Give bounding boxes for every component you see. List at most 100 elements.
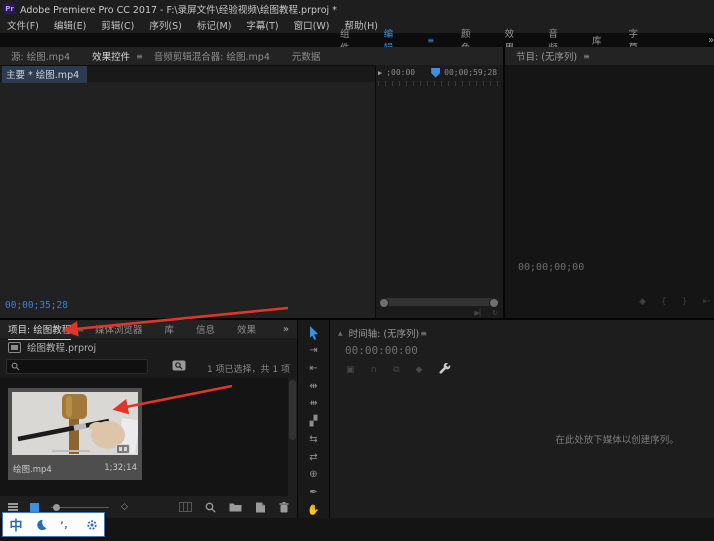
ime-toolbar[interactable]: 中 ’，	[2, 512, 105, 537]
ime-punctuation-icon[interactable]: ’，	[60, 518, 72, 531]
program-timecode[interactable]: 00;00;00;00	[518, 262, 584, 273]
selection-tool[interactable]	[298, 325, 329, 341]
mark-out-icon[interactable]: }	[682, 297, 688, 307]
tab-program-monitor[interactable]: 节目: (无序列)	[505, 49, 588, 63]
find-in-bin-icon[interactable]	[172, 360, 186, 371]
tab-media-browser[interactable]: 媒体浏览器	[84, 322, 154, 336]
tab-info[interactable]: 信息	[185, 322, 226, 336]
tab-metadata[interactable]: 元数据	[281, 49, 332, 63]
workspace-tab-libraries[interactable]: 库	[592, 33, 602, 47]
linked-selection-icon[interactable]: ⧉	[393, 365, 399, 375]
zoom-tool[interactable]: ⊕	[298, 467, 329, 483]
timeline-timecode[interactable]: 00:00:00:00	[345, 344, 418, 357]
menu-markers[interactable]: 标记(M)	[197, 18, 232, 32]
ime-chinese-mode-button[interactable]: 中	[9, 515, 22, 534]
pen-tool[interactable]: ✒	[298, 485, 329, 501]
effect-controls-panel: 源: 绘图.mp4 效果控件 ≡ 音频剪辑混合器: 绘图.mp4 元数据 主要 …	[0, 47, 503, 318]
panel-menu-icon[interactable]: ≡	[77, 325, 84, 334]
time-ruler[interactable]	[378, 81, 501, 86]
playhead-marker-icon[interactable]	[431, 68, 440, 78]
clip-name[interactable]: 绘图.mp4	[13, 463, 52, 475]
horizontal-zoom-scrollbar[interactable]	[379, 298, 499, 306]
project-bin-area[interactable]: 绘图.mp4 1;32;14	[0, 378, 288, 496]
selection-arrow-icon	[308, 326, 319, 340]
tab-effects[interactable]: 效果	[226, 322, 267, 336]
workspace-overflow-icon[interactable]: »	[708, 35, 714, 46]
ime-fullwidth-moon-icon[interactable]	[35, 519, 47, 531]
tab-libraries[interactable]: 库	[153, 322, 185, 336]
sort-icons-button[interactable]: ◇	[121, 502, 128, 512]
timeline-drop-hint: 在此处放下媒体以创建序列。	[520, 390, 714, 488]
icon-view-button[interactable]	[30, 503, 39, 512]
search-box[interactable]	[6, 359, 148, 374]
panel-overflow-icon[interactable]: »	[283, 324, 289, 335]
thumbnail-zoom-slider[interactable]	[51, 503, 109, 512]
program-panel-tabs: 节目: (无序列) ≡	[505, 47, 714, 65]
slip-tool[interactable]: ⇆	[298, 431, 329, 447]
mark-in-icon[interactable]: {	[661, 297, 667, 307]
project-search-row: 1 项已选择，共 1 项	[0, 356, 297, 378]
menu-file[interactable]: 文件(F)	[7, 18, 39, 32]
filmstrip-icon	[116, 444, 130, 454]
menu-clip[interactable]: 剪辑(C)	[101, 18, 134, 32]
clear-trash-button[interactable]	[279, 502, 289, 513]
clip-duration-label: 00;00;59;28	[444, 68, 497, 77]
menu-sequence[interactable]: 序列(S)	[149, 18, 181, 32]
source-current-timecode[interactable]: 00;00;35;28	[5, 300, 68, 311]
go-to-in-icon[interactable]: ⇤	[702, 297, 710, 307]
effect-controls-clip-row: 主要 * 绘图.mp4	[0, 65, 375, 82]
add-marker-icon[interactable]: ◆	[416, 365, 423, 375]
timeline-title[interactable]: 时间轴: (无序列)	[349, 326, 420, 340]
play-in-out-icon[interactable]: ▶▏	[474, 309, 485, 317]
effect-controls-timeline-zone: ▶ ;00:00 00;00;59;28 ▶▏ ↻	[375, 65, 503, 318]
premiere-window: Pr Adobe Premiere Pro CC 2017 - F:\录屏文件\…	[0, 0, 714, 541]
play-icon[interactable]: ▶	[378, 69, 382, 77]
title-bar: Pr Adobe Premiere Pro CC 2017 - F:\录屏文件\…	[0, 0, 714, 17]
menu-edit[interactable]: 编辑(E)	[54, 18, 86, 32]
list-view-button[interactable]	[8, 503, 18, 511]
find-button[interactable]	[205, 502, 216, 513]
panel-collapse-icon[interactable]: ▲	[338, 330, 343, 337]
clip-thumbnail-image[interactable]	[12, 392, 138, 455]
new-bin-button[interactable]	[229, 502, 242, 512]
loop-icon[interactable]: ↻	[492, 309, 498, 317]
tab-project[interactable]: 项目: 绘图教程	[0, 322, 82, 336]
tools-panel: ⇥ ⇤ ⇹ ⇻ ▞ ⇆ ⇄ ⊕ ✒ ✋	[297, 320, 330, 518]
rate-stretch-tool[interactable]: ⇻	[298, 396, 329, 412]
rolling-edit-tool[interactable]: ⇹	[298, 378, 329, 394]
project-file-icon	[8, 342, 21, 353]
ruler-start-time: ;00:00	[386, 68, 415, 77]
panel-menu-icon[interactable]: ≡	[583, 52, 590, 61]
timeline-settings-wrench-icon[interactable]	[438, 363, 451, 376]
tab-source-monitor[interactable]: 源: 绘图.mp4	[0, 49, 81, 63]
timeline-panel: ▲ 时间轴: (无序列) ≡ 00:00:00:00 ▣ ∩ ⧉ ◆ 在此处放下…	[330, 320, 714, 518]
status-bar	[0, 518, 714, 541]
track-select-forward-tool[interactable]: ⇥	[298, 343, 329, 359]
add-marker-icon[interactable]: ◆	[639, 297, 646, 307]
workspace-menu-icon[interactable]: ≡	[427, 36, 434, 45]
menu-titles[interactable]: 字幕(T)	[246, 18, 278, 32]
new-item-button[interactable]	[255, 502, 266, 513]
hand-tool[interactable]: ✋	[298, 502, 329, 518]
tab-audio-clip-mixer[interactable]: 音频剪辑混合器: 绘图.mp4	[143, 49, 281, 63]
project-file-row[interactable]: 绘图教程.prproj	[0, 338, 297, 356]
ime-settings-gear-icon[interactable]	[86, 519, 98, 531]
nest-sequence-icon[interactable]: ▣	[346, 365, 355, 375]
razor-tool[interactable]: ▞	[298, 414, 329, 430]
ripple-edit-tool[interactable]: ⇤	[298, 360, 329, 376]
active-clip-label[interactable]: 主要 * 绘图.mp4	[2, 66, 87, 83]
tab-effect-controls[interactable]: 效果控件	[81, 49, 141, 63]
panel-menu-icon[interactable]: ≡	[136, 52, 143, 61]
slide-tool[interactable]: ⇄	[298, 449, 329, 465]
program-monitor-panel: 节目: (无序列) ≡ 00;00;00;00 ◆ { } ⇤	[505, 47, 714, 318]
snap-icon[interactable]: ∩	[371, 365, 378, 375]
project-vertical-scrollbar[interactable]	[288, 378, 297, 496]
project-file-name: 绘图教程.prproj	[27, 340, 96, 354]
program-transport-controls: ◆ { } ⇤	[639, 297, 710, 307]
clip-card-selected[interactable]: 绘图.mp4 1;32;14	[8, 388, 142, 480]
project-panel-tabs: 项目: 绘图教程 ≡ 媒体浏览器 库 信息 效果 »	[0, 320, 297, 338]
panel-menu-icon[interactable]: ≡	[420, 329, 427, 338]
search-input[interactable]	[23, 362, 133, 372]
menu-window[interactable]: 窗口(W)	[294, 18, 330, 32]
timeline-toolbar: ▣ ∩ ⧉ ◆	[346, 363, 451, 376]
